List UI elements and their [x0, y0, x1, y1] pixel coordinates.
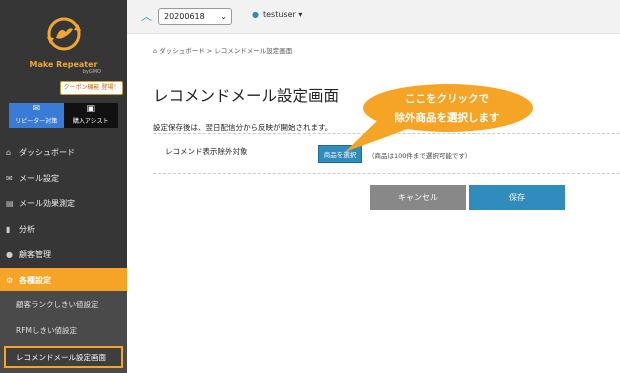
- submenu-item-rfm-threshold[interactable]: RFMしきい値設定: [0, 317, 127, 343]
- cancel-button[interactable]: キャンセル: [370, 185, 466, 210]
- sidebar-item-label: 顧客管理: [19, 250, 51, 260]
- sidebar-item-dashboard[interactable]: ⌂ ダッシュボード: [0, 140, 127, 166]
- page-title: レコメンドメール設定画面: [153, 87, 340, 105]
- sidebar-item-mail-effect[interactable]: ▤ メール効果測定: [0, 191, 127, 217]
- sidebar-item-settings[interactable]: ⚙ 各種設定: [0, 267, 127, 293]
- sidebar-item-mail-settings[interactable]: ✉ メール設定: [0, 166, 127, 192]
- divider: [153, 173, 620, 174]
- app-assist-button[interactable]: ▣ 購入アシスト: [63, 103, 118, 128]
- breadcrumb-text: ダッシュボード > レコメンドメール設定画面: [159, 47, 293, 55]
- chart-icon: ▤: [6, 199, 14, 209]
- submenu-item-recommend-mail[interactable]: レコメンドメール設定画面: [4, 346, 123, 368]
- user-menu[interactable]: ● testuser ▾: [252, 10, 302, 19]
- app-switch: ✉ リピーター対策 ▣ 購入アシスト: [9, 103, 118, 128]
- chevron-down-icon: ⌄: [220, 12, 227, 21]
- bar-chart-icon: ▮: [6, 224, 11, 234]
- date-select-value: 20200618: [164, 12, 205, 21]
- callout-line-2: 除外商品を選択します: [394, 112, 500, 124]
- sidebar-nav: ⌂ ダッシュボード ✉ メール設定 ▤ メール効果測定 ▮ 分析 ● 顧客管理 …: [0, 140, 127, 293]
- save-button[interactable]: 保存: [469, 185, 565, 210]
- home-icon: ⌂: [6, 148, 12, 158]
- app-repeater-label: リピーター対策: [15, 118, 58, 125]
- coupon-badge[interactable]: クーポン機能 登場！: [60, 81, 123, 95]
- topbar: ︿ 20200618 ⌄ ● testuser ▾: [127, 0, 620, 34]
- logo-icon: [47, 17, 81, 51]
- exclude-target-label: レコメンド表示除外対象: [165, 147, 248, 156]
- sidebar-item-label: 各種設定: [19, 275, 51, 285]
- logo[interactable]: Make Repeater byGMO: [0, 0, 127, 80]
- sidebar-item-label: 分析: [19, 224, 35, 234]
- app-assist-label: 購入アシスト: [72, 118, 109, 125]
- app-repeater-button[interactable]: ✉ リピーター対策: [9, 103, 64, 128]
- sidebar: Make Repeater byGMO クーポン機能 登場！ ✉ リピーター対策…: [0, 0, 127, 373]
- mail-icon: ✉: [6, 173, 13, 183]
- select-products-button[interactable]: 商品を選択: [318, 145, 362, 163]
- divider: [153, 133, 620, 134]
- callout-text: ここをクリックで 除外商品を選択します: [372, 90, 522, 128]
- user-icon: ●: [6, 250, 13, 260]
- sidebar-item-label: メール設定: [19, 173, 59, 183]
- sidebar-item-label: メール効果測定: [19, 199, 75, 209]
- settings-icon: ⚙: [6, 275, 14, 285]
- product-limit-note: （商品は100件まで選択可能です）: [368, 152, 472, 160]
- callout-line-1: ここをクリックで: [405, 93, 489, 105]
- breadcrumb: ⌂ ダッシュボード > レコメンドメール設定画面: [153, 45, 292, 55]
- cart-icon: ▣: [86, 104, 95, 114]
- chevron-up-icon[interactable]: ︿: [141, 8, 152, 24]
- submenu-item-rank-threshold[interactable]: 顧客ランクしきい値設定: [0, 291, 127, 317]
- user-name: testuser ▾: [262, 10, 303, 19]
- notice-text: 設定保存後は、翌日配信分から反映が開始されます。: [153, 123, 333, 132]
- sidebar-item-customers[interactable]: ● 顧客管理: [0, 242, 127, 268]
- user-icon: ●: [252, 10, 259, 19]
- date-select[interactable]: 20200618 ⌄: [158, 8, 232, 25]
- mail-icon: ✉: [32, 104, 41, 114]
- sidebar-item-label: ダッシュボード: [19, 148, 75, 158]
- settings-submenu: 顧客ランクしきい値設定 RFMしきい値設定 レコメンドメール設定画面: [0, 291, 127, 373]
- logo-text: Make Repeater: [29, 60, 98, 69]
- logo-sub: byGMO: [82, 69, 101, 75]
- sidebar-item-analysis[interactable]: ▮ 分析: [0, 217, 127, 243]
